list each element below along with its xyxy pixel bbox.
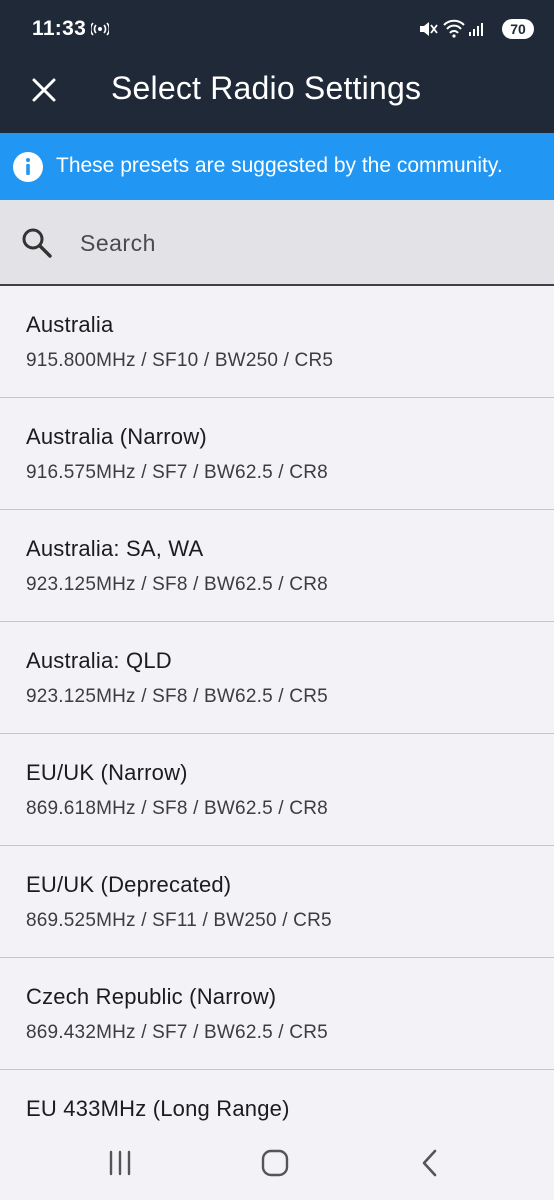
preset-detail: 869.525MHz / SF11 / BW250 / CR5: [26, 910, 332, 931]
signal-icon: [469, 23, 483, 36]
mute-icon: [420, 22, 438, 36]
top-bar: 11:33 70 Select Radio Settings: [0, 0, 554, 133]
wifi-icon: [443, 19, 465, 38]
list-item[interactable]: EU/UK (Deprecated) 869.525MHz / SF11 / B…: [0, 846, 554, 958]
list-item[interactable]: Australia (Narrow) 916.575MHz / SF7 / BW…: [0, 398, 554, 510]
preset-detail: 869.618MHz / SF8 / BW62.5 / CR8: [26, 798, 328, 819]
preset-name: EU/UK (Deprecated): [26, 872, 232, 897]
status-bar: 11:33 70: [0, 0, 554, 58]
preset-name: EU/UK (Narrow): [26, 760, 188, 785]
info-banner-text: These presets are suggested by the commu…: [56, 154, 503, 177]
battery-indicator: 70: [502, 19, 534, 39]
recent-apps-icon[interactable]: [100, 1146, 140, 1180]
list-item[interactable]: EU/UK (Narrow) 869.618MHz / SF8 / BW62.5…: [0, 734, 554, 846]
close-icon: [32, 78, 56, 102]
search-icon: [22, 228, 52, 258]
list-item[interactable]: Australia: QLD 923.125MHz / SF8 / BW62.5…: [0, 622, 554, 734]
system-nav-bar: [0, 1126, 554, 1200]
app-bar: Select Radio Settings: [0, 58, 554, 133]
preset-name: Australia: SA, WA: [26, 536, 204, 561]
preset-detail: 923.125MHz / SF8 / BW62.5 / CR5: [26, 686, 328, 707]
preset-detail: 916.575MHz / SF7 / BW62.5 / CR8: [26, 462, 328, 483]
preset-name: EU 433MHz (Long Range): [26, 1096, 290, 1121]
preset-list: Australia 915.800MHz / SF10 / BW250 / CR…: [0, 286, 554, 1126]
preset-detail: 923.125MHz / SF8 / BW62.5 / CR8: [26, 574, 328, 595]
search-input[interactable]: [64, 220, 524, 266]
close-button[interactable]: [22, 68, 66, 112]
home-icon[interactable]: [255, 1146, 295, 1180]
preset-detail: 915.800MHz / SF10 / BW250 / CR5: [26, 350, 334, 371]
preset-name: Australia: [26, 312, 114, 337]
info-banner: These presets are suggested by the commu…: [0, 133, 554, 200]
info-icon: [13, 152, 43, 182]
preset-name: Australia (Narrow): [26, 424, 207, 449]
preset-name: Australia: QLD: [26, 648, 172, 673]
preset-detail: 869.432MHz / SF7 / BW62.5 / CR5: [26, 1022, 328, 1043]
list-item[interactable]: Czech Republic (Narrow) 869.432MHz / SF7…: [0, 958, 554, 1070]
preset-name: Czech Republic (Narrow): [26, 984, 277, 1009]
list-item[interactable]: Australia 915.800MHz / SF10 / BW250 / CR…: [0, 286, 554, 398]
page-title: Select Radio Settings: [111, 70, 422, 106]
list-item[interactable]: EU 433MHz (Long Range): [0, 1070, 554, 1126]
search-bar: [0, 200, 554, 286]
back-icon[interactable]: [410, 1146, 450, 1180]
hotspot-icon: [91, 22, 109, 36]
status-time: 11:33: [32, 17, 87, 40]
list-item[interactable]: Australia: SA, WA 923.125MHz / SF8 / BW6…: [0, 510, 554, 622]
